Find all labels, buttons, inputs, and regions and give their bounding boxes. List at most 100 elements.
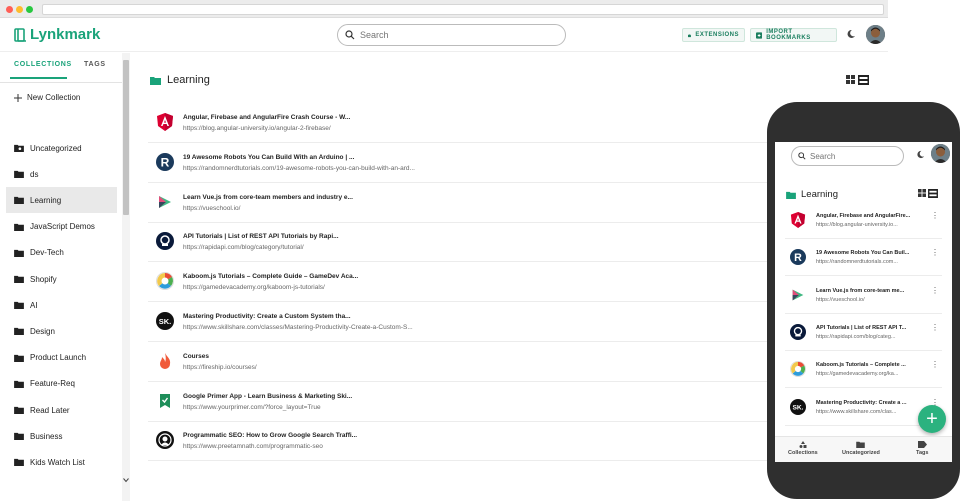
mobile-user-avatar[interactable] — [931, 144, 950, 163]
folder-icon — [14, 458, 24, 467]
angular-icon — [156, 113, 174, 131]
search-input[interactable] — [360, 30, 540, 40]
bookmark-title[interactable]: Kaboom.js Tutorials – Complete Guide – G… — [183, 273, 358, 280]
bookmark-title[interactable]: Courses — [183, 353, 209, 360]
mobile-search-input[interactable] — [810, 151, 900, 161]
address-bar[interactable] — [42, 4, 884, 15]
bookmark-url[interactable]: https://vueschool.io/ — [183, 205, 240, 212]
mobile-dark-mode-icon[interactable] — [916, 150, 925, 159]
sidebar-item-ds[interactable]: ds — [6, 161, 117, 187]
mobile-bookmark-title[interactable]: Kaboom.js Tutorials – Complete ... — [816, 362, 906, 368]
sidebar-item-javascript-demos[interactable]: JavaScript Demos — [6, 214, 117, 240]
plus-icon — [14, 93, 22, 102]
sidebar-item-product-launch[interactable]: Product Launch — [6, 345, 117, 371]
bookmark-title[interactable]: Angular, Firebase and AngularFire Crash … — [183, 114, 350, 121]
mobile-grid-view-icon[interactable] — [918, 189, 926, 197]
bookmark-url[interactable]: https://gamedevacademy.org/kaboom-js-tut… — [183, 284, 325, 291]
sidebar-item-uncategorized[interactable]: Uncategorized — [6, 135, 117, 161]
mobile-bookmark-title[interactable]: Mastering Productivity: Create a ... — [816, 400, 906, 406]
sidebar-scrollbar[interactable] — [122, 53, 130, 501]
nav-collections-label: Collections — [788, 450, 818, 456]
bookmark-url[interactable]: https://www.preetamnath.com/programmatic… — [183, 443, 323, 450]
browser-chrome — [0, 0, 888, 18]
mobile-bookmark-url[interactable]: https://blog.angular-university.io... — [816, 222, 898, 228]
more-options-icon[interactable]: ⋮ — [931, 398, 939, 406]
collection-header: Learning — [150, 74, 210, 86]
search-icon — [345, 30, 355, 40]
search-box[interactable] — [337, 24, 566, 46]
more-options-icon[interactable]: ⋮ — [931, 212, 939, 220]
sidebar-item-label: Business — [30, 431, 63, 441]
preetam-icon — [156, 431, 174, 450]
bookmark-url[interactable]: https://randomnerdtutorials.com/19-aweso… — [183, 165, 415, 172]
import-bookmarks-button[interactable]: IMPORT BOOKMARKS — [750, 28, 837, 42]
close-window-icon[interactable] — [6, 6, 13, 13]
folder-icon — [14, 327, 24, 336]
bookmark-url[interactable]: https://fireship.io/courses/ — [183, 364, 257, 371]
folder-special-icon — [14, 144, 24, 152]
bookmark-title[interactable]: Mastering Productivity: Create a Custom … — [183, 313, 351, 320]
mobile-bookmark-url[interactable]: https://www.skillshare.com/clas... — [816, 409, 896, 415]
mobile-bookmark-row[interactable]: API Tutorials | List of REST API T... ht… — [785, 315, 942, 351]
more-options-icon[interactable]: ⋮ — [931, 249, 939, 257]
sidebar-item-dev-tech[interactable]: Dev-Tech — [6, 240, 117, 266]
sidebar-item-kids-watch-list[interactable]: Kids Watch List — [6, 449, 117, 475]
mobile-bookmark-url[interactable]: https://vueschool.io/ — [816, 297, 865, 303]
mobile-bookmark-url[interactable]: https://gamedevacademy.org/ka... — [816, 371, 898, 377]
mobile-bookmark-row[interactable]: Angular, Firebase and AngularFire... htt… — [785, 203, 942, 239]
mobile-bookmark-title[interactable]: Learn Vue.js from core-team me... — [816, 288, 904, 294]
nav-uncategorized[interactable]: Uncategorized — [842, 441, 880, 456]
mobile-bookmark-row[interactable]: Kaboom.js Tutorials – Complete ... https… — [785, 352, 942, 389]
sidebar-item-ai[interactable]: AI — [6, 292, 117, 318]
bookmark-title[interactable]: Programmatic SEO: How to Grow Google Sea… — [183, 432, 357, 439]
folder-icon — [14, 170, 24, 179]
bookmark-url[interactable]: https://rapidapi.com/blog/category/tutor… — [183, 244, 304, 251]
sidebar-item-read-later[interactable]: Read Later — [6, 397, 117, 423]
nav-tags[interactable]: Tags — [916, 441, 928, 456]
more-options-icon[interactable]: ⋮ — [931, 286, 939, 294]
sidebar-item-label: AI — [30, 300, 38, 310]
nav-collections[interactable]: Collections — [788, 441, 818, 456]
bookmark-url[interactable]: https://www.skillshare.com/classes/Maste… — [183, 324, 413, 331]
list-view-icon[interactable] — [858, 75, 869, 85]
add-bookmark-fab[interactable]: + — [918, 405, 946, 433]
bookmark-url[interactable]: https://www.yourprimer.com/?force_layout… — [183, 404, 321, 411]
primer-icon — [156, 392, 174, 410]
mobile-bookmark-url[interactable]: https://rapidapi.com/blog/categ... — [816, 334, 896, 340]
bookmark-title[interactable]: Learn Vue.js from core-team members and … — [183, 194, 353, 201]
rnt-icon: R — [790, 249, 806, 266]
tab-collections[interactable]: COLLECTIONS — [14, 61, 72, 68]
mobile-bookmark-title[interactable]: 19 Awesome Robots You Can Buil... — [816, 250, 909, 256]
bookmark-title[interactable]: Google Primer App - Learn Business & Mar… — [183, 393, 352, 400]
mobile-bookmark-title[interactable]: API Tutorials | List of REST API T... — [816, 325, 906, 331]
bookmark-title[interactable]: API Tutorials | List of REST API Tutoria… — [183, 233, 339, 240]
grid-view-icon[interactable] — [846, 75, 855, 84]
skillshare-icon: SK. — [156, 312, 174, 330]
sidebar-item-shopify[interactable]: Shopify — [6, 266, 117, 292]
sidebar-item-feature-req[interactable]: Feature-Req — [6, 371, 117, 397]
dark-mode-icon[interactable] — [846, 29, 856, 39]
sidebar-item-business[interactable]: Business — [6, 423, 117, 449]
bookmark-title[interactable]: 19 Awesome Robots You Can Build With an … — [183, 154, 354, 161]
svg-text:SK.: SK. — [792, 404, 803, 411]
mobile-bookmark-title[interactable]: Angular, Firebase and AngularFire... — [816, 213, 910, 219]
mobile-bookmark-row[interactable]: R 19 Awesome Robots You Can Buil... http… — [785, 240, 942, 277]
new-collection-button[interactable]: New Collection — [14, 93, 80, 102]
sidebar-item-learning[interactable]: Learning — [6, 187, 117, 214]
scroll-down-icon[interactable] — [123, 477, 129, 483]
bookmark-url[interactable]: https://blog.angular-university.io/angul… — [183, 125, 331, 132]
sidebar-item-design[interactable]: Design — [6, 318, 117, 344]
mobile-bookmark-row[interactable]: Learn Vue.js from core-team me... https:… — [785, 278, 942, 314]
more-options-icon[interactable]: ⋮ — [931, 323, 939, 331]
user-avatar[interactable] — [866, 25, 885, 44]
mobile-search-box[interactable] — [791, 146, 904, 166]
more-options-icon[interactable]: ⋮ — [931, 361, 939, 369]
maximize-window-icon[interactable] — [26, 6, 33, 13]
tab-tags[interactable]: TAGS — [84, 61, 106, 68]
mobile-list-view-icon[interactable] — [928, 189, 938, 198]
mobile-bookmark-url[interactable]: https://randomnerdtutorials.com... — [816, 259, 898, 265]
app-logo[interactable]: Lynkmark — [14, 26, 100, 43]
scrollbar-thumb[interactable] — [123, 60, 129, 215]
extensions-button[interactable]: EXTENSIONS — [682, 28, 745, 42]
minimize-window-icon[interactable] — [16, 6, 23, 13]
